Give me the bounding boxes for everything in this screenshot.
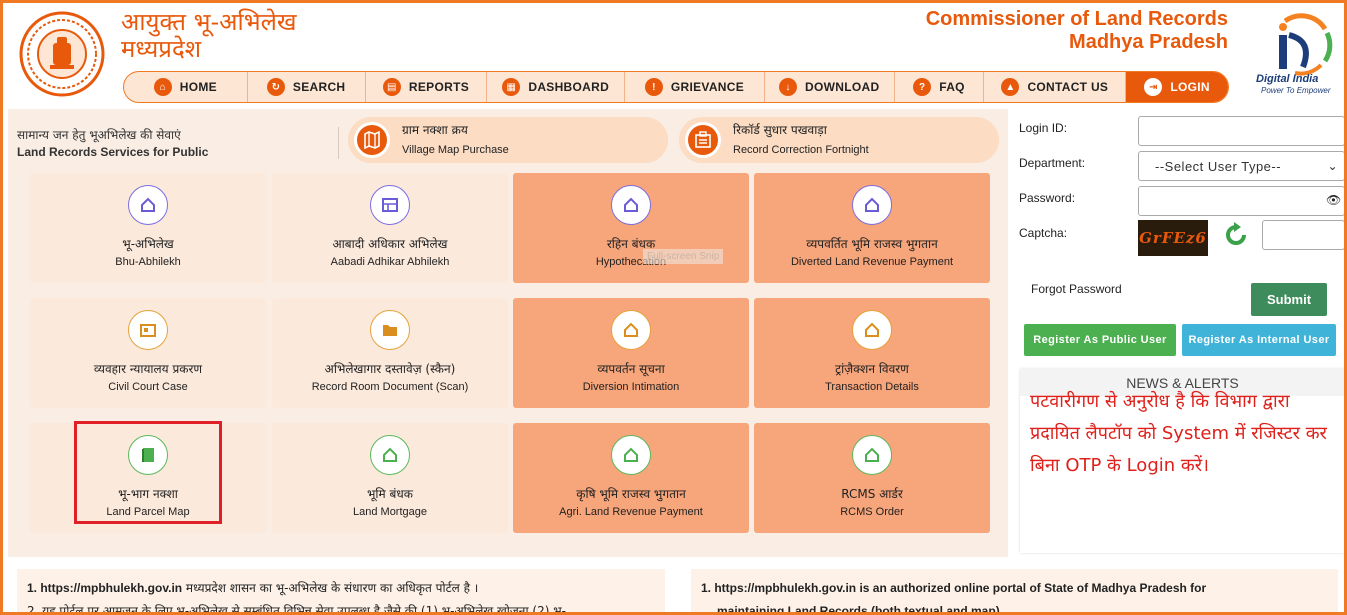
- captcha-input[interactable]: [1262, 220, 1344, 250]
- info-hindi: 1. https://mpbhulekh.gov.in मध्यप्रदेश श…: [17, 569, 665, 612]
- home-outline-icon: [370, 435, 410, 475]
- portal-link[interactable]: 1. https://mpbhulekh.gov.in: [27, 581, 182, 595]
- nav-search[interactable]: ↻ SEARCH: [248, 72, 366, 102]
- services-title: सामान्य जन हेतु भूअभिलेख की सेवाएं Land …: [17, 128, 209, 159]
- id-card-icon: [128, 310, 168, 350]
- header: आयुक्त भू-अभिलेख मध्यप्रदेश Commissioner…: [3, 3, 1344, 103]
- home-outline-icon: [611, 185, 651, 225]
- portal-link[interactable]: 1. https://mpbhulekh.gov.in: [701, 581, 856, 595]
- record-icon: [685, 122, 721, 158]
- nav-contact-us[interactable]: ▲ CONTACT US: [984, 72, 1127, 102]
- nav-grievance[interactable]: ! GRIEVANCE: [625, 72, 765, 102]
- record-correction-fortnight-button[interactable]: रिकॉर्ड सुधार पखवाड़ा Record Correction …: [679, 117, 999, 163]
- chevron-down-icon: ⌄: [1327, 159, 1338, 173]
- table-icon: [370, 185, 410, 225]
- download-icon: ↓: [779, 78, 798, 96]
- login-id-label: Login ID:: [1019, 121, 1068, 135]
- dashboard-icon: ▦: [502, 78, 521, 96]
- main-nav: ⌂ HOME ↻ SEARCH ▤ REPORTS ▦ DASHBOARD ! …: [123, 71, 1229, 103]
- tile-record-room-document[interactable]: अभिलेखागार दस्तावेज़ (स्कैन) Record Room…: [272, 298, 508, 408]
- department-label: Department:: [1019, 156, 1086, 170]
- tile-bhu-abhilekh[interactable]: भू-अभिलेख Bhu-Abhilekh: [30, 173, 266, 283]
- login-id-input[interactable]: [1138, 116, 1344, 146]
- home-outline-icon: [852, 310, 892, 350]
- navigate-icon: ▲: [1001, 78, 1020, 96]
- refresh-search-icon: ↻: [266, 78, 285, 96]
- brand-english: Commissioner of Land Records Madhya Prad…: [925, 8, 1228, 53]
- page-frame: आयुक्त भू-अभिलेख मध्यप्रदेश Commissioner…: [0, 0, 1347, 615]
- tile-agri-land-revenue-payment[interactable]: कृषि भूमि राजस्व भुगतान Agri. Land Reven…: [513, 423, 749, 533]
- password-label: Password:: [1019, 191, 1076, 205]
- grievance-icon: !: [644, 78, 663, 96]
- captcha-label: Captcha:: [1019, 226, 1068, 240]
- folder-icon: [370, 310, 410, 350]
- home-outline-icon: [852, 185, 892, 225]
- captcha-image: GrFEz6: [1138, 220, 1208, 256]
- tile-land-mortgage[interactable]: भूमि बंधक Land Mortgage: [272, 423, 508, 533]
- register-public-user-button[interactable]: Register As Public User: [1024, 324, 1176, 356]
- tile-aabadi-adhikar-abhilekh[interactable]: आबादी अधिकार अभिलेख Aabadi Adhikar Abhil…: [272, 173, 508, 283]
- tile-civil-court-case[interactable]: व्यवहार न्यायालय प्रकरण Civil Court Case: [30, 298, 266, 408]
- department-select[interactable]: --Select User Type-- ⌄: [1138, 151, 1344, 181]
- home-outline-icon: [611, 310, 651, 350]
- home-outline-icon: [852, 435, 892, 475]
- mp-emblem-icon: [19, 11, 105, 97]
- home-outline-icon: [611, 435, 651, 475]
- refresh-captcha-icon[interactable]: [1222, 221, 1250, 249]
- map-icon: [354, 122, 390, 158]
- home-icon: ⌂: [153, 78, 172, 96]
- digital-india-tagline: Power To Empower: [1261, 86, 1331, 95]
- tile-rcms-order[interactable]: RCMS आर्डर RCMS Order: [754, 423, 990, 533]
- info-english: 1. https://mpbhulekh.gov.in is an author…: [691, 569, 1338, 612]
- tile-transaction-details[interactable]: ट्रांज़ैक्शन विवरण Transaction Details: [754, 298, 990, 408]
- report-icon: ▤: [382, 78, 401, 96]
- faq-icon: ?: [913, 78, 932, 96]
- forgot-password-link[interactable]: Forgot Password: [1031, 282, 1122, 296]
- submit-button[interactable]: Submit: [1251, 283, 1327, 316]
- news-alerts-panel: NEWS & ALERTS पटवारीगण से अनुरोध है कि व…: [1020, 369, 1344, 553]
- news-body: पटवारीगण से अनुरोध है कि विभाग द्वारा प्…: [1030, 391, 1327, 476]
- password-input[interactable]: [1138, 186, 1344, 216]
- home-outline-icon: [128, 185, 168, 225]
- divider: [338, 127, 339, 159]
- digital-india-text: Digital India: [1256, 73, 1319, 85]
- highlight-annotation: [74, 421, 222, 524]
- tile-diversion-intimation[interactable]: व्यपवर्तन सूचना Diversion Intimation: [513, 298, 749, 408]
- brand-hindi: आयुक्त भू-अभिलेख मध्यप्रदेश: [121, 8, 297, 63]
- nav-download[interactable]: ↓ DOWNLOAD: [765, 72, 895, 102]
- nav-dashboard[interactable]: ▦ DASHBOARD: [487, 72, 626, 102]
- eye-icon[interactable]: 👁: [1326, 193, 1341, 207]
- nav-login[interactable]: ⇥ LOGIN: [1126, 72, 1228, 102]
- nav-faq[interactable]: ? FAQ: [895, 72, 985, 102]
- login-icon: ⇥: [1144, 78, 1163, 96]
- nav-reports[interactable]: ▤ REPORTS: [366, 72, 488, 102]
- register-internal-user-button[interactable]: Register As Internal User: [1182, 324, 1336, 356]
- tile-hypothecation[interactable]: रहिन बंधक Hypothecation: [513, 173, 749, 283]
- nav-home[interactable]: ⌂ HOME: [124, 72, 248, 102]
- village-map-purchase-button[interactable]: ग्राम नक्शा क्रय Village Map Purchase: [348, 117, 668, 163]
- tile-diverted-land-revenue-payment[interactable]: व्यपवर्तित भूमि राजस्व भुगतान Diverted L…: [754, 173, 990, 283]
- snip-overlay-label: Full-screen Snip: [643, 249, 724, 264]
